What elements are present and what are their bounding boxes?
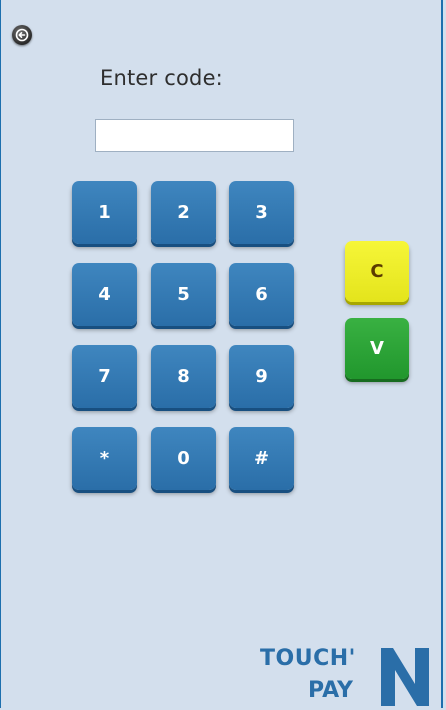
clear-button[interactable]: C	[345, 241, 409, 302]
validate-button[interactable]: V	[345, 318, 409, 379]
key-4[interactable]: 4	[72, 263, 137, 326]
key-7[interactable]: 7	[72, 345, 137, 408]
brand-line1: TOUCH'	[260, 646, 356, 671]
brand-n-mark	[381, 648, 429, 706]
key-star[interactable]: *	[72, 427, 137, 490]
key-1[interactable]: 1	[72, 181, 137, 244]
key-hash[interactable]: #	[229, 427, 294, 490]
key-2[interactable]: 2	[151, 181, 216, 244]
back-button[interactable]	[12, 25, 32, 45]
back-arrow-icon	[15, 28, 29, 42]
brand-logo: TOUCH' PAY	[256, 636, 436, 710]
key-3[interactable]: 3	[229, 181, 294, 244]
page-title: Enter code:	[100, 66, 223, 90]
code-input[interactable]	[95, 119, 294, 152]
key-6[interactable]: 6	[229, 263, 294, 326]
key-0[interactable]: 0	[151, 427, 216, 490]
brand-line2: PAY	[308, 678, 353, 703]
key-8[interactable]: 8	[151, 345, 216, 408]
key-9[interactable]: 9	[229, 345, 294, 408]
key-5[interactable]: 5	[151, 263, 216, 326]
